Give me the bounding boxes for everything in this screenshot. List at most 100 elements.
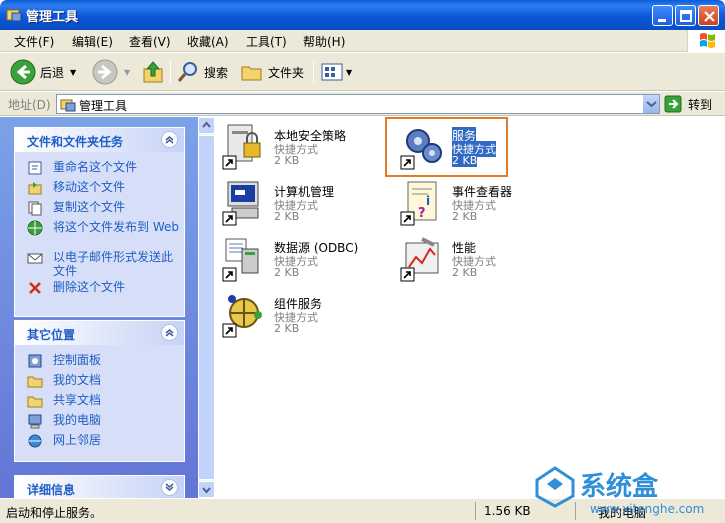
menu-view[interactable]: 查看(V) — [129, 33, 171, 50]
network-icon — [28, 434, 42, 448]
address-label: 地址(D) — [8, 98, 51, 112]
file-item-event-viewer[interactable]: i ? 事件查看器 快捷方式 2 KB — [396, 177, 566, 229]
forward-button[interactable]: ▼ — [92, 58, 130, 86]
task-copy-label: 复制这个文件 — [53, 200, 126, 214]
folders-label: 文件夹 — [268, 65, 305, 80]
toolbar-separator — [313, 61, 314, 83]
arrow-up-icon — [202, 121, 211, 128]
watermark-logo-icon — [535, 466, 575, 508]
event-viewer-icon: i ? — [400, 181, 437, 226]
place-control-panel[interactable]: 控制面板 — [15, 353, 184, 373]
odbc-icon — [222, 238, 259, 282]
folder-icon — [241, 66, 262, 81]
task-move-label: 移动这个文件 — [53, 180, 126, 194]
folders-button[interactable]: 文件夹 — [240, 58, 304, 86]
task-move[interactable]: 移动这个文件 — [15, 180, 184, 200]
task-publish-web-label: 将这个文件发布到 Web — [53, 220, 179, 234]
status-text: 启动和停止服务。 — [6, 506, 103, 520]
status-size: 1.56 KB — [484, 504, 531, 518]
status-separator — [475, 502, 476, 520]
up-folder-icon — [143, 61, 163, 83]
menu-favorites[interactable]: 收藏(A) — [187, 33, 229, 50]
place-my-documents[interactable]: 我的文档 — [15, 373, 184, 393]
task-email[interactable]: 以电子邮件形式发送此文件 — [15, 250, 184, 280]
watermark: 系统盒 www.xitonghe.com — [530, 462, 725, 523]
task-publish-web[interactable]: 将这个文件发布到 Web — [15, 220, 184, 250]
minimize-icon — [658, 19, 666, 22]
menu-help[interactable]: 帮助(H) — [303, 33, 345, 50]
views-grid-icon — [321, 63, 343, 81]
address-value: 管理工具 — [79, 99, 128, 113]
forward-dropdown-icon[interactable]: ▼ — [124, 68, 130, 77]
minimize-button[interactable] — [652, 5, 673, 26]
arrow-down-icon — [202, 487, 211, 494]
views-dropdown-icon[interactable]: ▼ — [346, 68, 352, 77]
file-item-performance[interactable]: 性能 快捷方式 2 KB — [396, 233, 566, 285]
scroll-thumb[interactable] — [198, 135, 215, 480]
details-title: 详细信息 — [27, 483, 76, 497]
file-size: 2 KB — [274, 322, 300, 335]
task-copy[interactable]: 复制这个文件 — [15, 200, 184, 220]
search-label: 搜索 — [204, 65, 229, 80]
place-control-panel-label: 控制面板 — [53, 353, 102, 367]
place-my-computer[interactable]: 我的电脑 — [15, 413, 184, 433]
security-policy-icon — [222, 124, 261, 170]
task-rename[interactable]: 重命名这个文件 — [15, 160, 184, 180]
move-icon — [28, 182, 42, 195]
task-pane-scrollbar[interactable] — [198, 117, 215, 498]
component-services-icon — [222, 295, 262, 338]
menu-edit[interactable]: 编辑(E) — [72, 33, 113, 50]
scroll-down-button[interactable] — [198, 481, 215, 498]
go-label: 转到 — [688, 97, 713, 112]
other-places-panel: 其它位置 控制面板 我的文档 共享文档 我的电脑 网上邻居 — [14, 320, 185, 462]
search-button[interactable]: 搜索 — [176, 58, 228, 86]
file-item-local-security-policy[interactable]: 本地安全策略 快捷方式 2 KB — [218, 121, 388, 173]
file-size: 2 KB — [452, 210, 478, 223]
go-button[interactable]: 转到 — [664, 94, 712, 114]
svg-text:?: ? — [418, 206, 426, 221]
maximize-button[interactable] — [675, 5, 696, 26]
address-input[interactable]: 管理工具 — [56, 94, 660, 114]
collapse-button[interactable] — [161, 131, 178, 148]
watermark-url: www.xitonghe.com — [590, 502, 705, 516]
shared-folder-icon — [27, 396, 43, 408]
task-email-label: 以电子邮件形式发送此文件 — [53, 250, 174, 278]
control-panel-icon — [28, 354, 42, 368]
chevron-up-icon — [165, 329, 174, 337]
views-button[interactable]: ▼ — [320, 58, 352, 86]
file-tasks-title: 文件和文件夹任务 — [27, 135, 124, 149]
my-computer-icon — [28, 414, 42, 429]
file-item-computer-management[interactable]: 计算机管理 快捷方式 2 KB — [218, 177, 388, 229]
email-icon — [27, 253, 43, 264]
scroll-up-button[interactable] — [198, 117, 215, 134]
task-delete[interactable]: 删除这个文件 — [15, 280, 184, 300]
place-my-documents-label: 我的文档 — [53, 373, 102, 387]
collapse-button[interactable] — [161, 324, 178, 341]
other-places-header[interactable]: 其它位置 — [15, 321, 184, 345]
place-network[interactable]: 网上邻居 — [15, 433, 184, 453]
menu-file[interactable]: 文件(F) — [14, 33, 54, 50]
task-pane: 文件和文件夹任务 重命名这个文件 移动这个文件 复制这个文件 将这个文件发布到 … — [0, 117, 198, 498]
file-size: 2 KB — [274, 154, 300, 167]
back-dropdown-icon[interactable]: ▼ — [70, 68, 76, 77]
svg-text:i: i — [426, 194, 430, 208]
back-label: 后退 — [40, 65, 65, 80]
file-tasks-header[interactable]: 文件和文件夹任务 — [15, 128, 184, 152]
up-folder-button[interactable] — [140, 58, 166, 86]
file-item-odbc[interactable]: 数据源 (ODBC) 快捷方式 2 KB — [218, 233, 388, 285]
rename-icon — [28, 161, 42, 175]
expand-button[interactable] — [161, 479, 178, 496]
place-shared-documents[interactable]: 共享文档 — [15, 393, 184, 413]
back-button[interactable]: 后退 ▼ — [10, 58, 76, 86]
details-header[interactable]: 详细信息 — [15, 476, 184, 498]
close-button[interactable] — [698, 5, 719, 26]
chevron-up-icon — [165, 136, 174, 144]
file-item-component-services[interactable]: 组件服务 快捷方式 2 KB — [218, 289, 388, 341]
windows-flag-icon — [700, 33, 715, 48]
address-dropdown-button[interactable] — [642, 95, 659, 113]
delete-icon — [29, 282, 41, 294]
title-bar[interactable]: 管理工具 — [0, 0, 725, 30]
computer-management-icon — [222, 181, 259, 226]
performance-icon — [400, 237, 439, 282]
menu-tools[interactable]: 工具(T) — [246, 33, 287, 50]
